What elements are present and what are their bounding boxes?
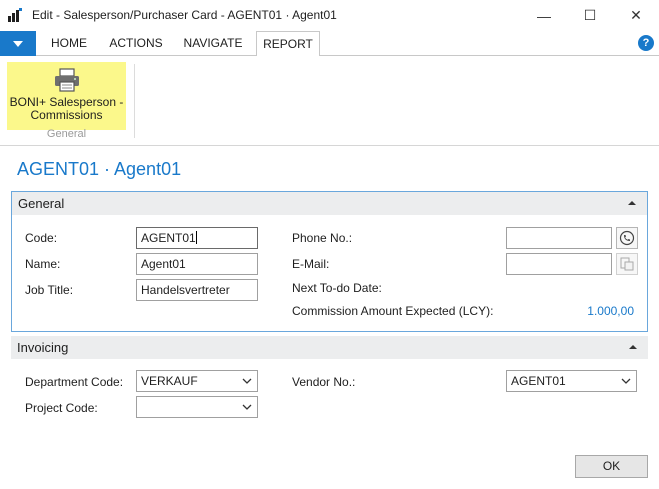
chevron-down-icon <box>621 378 631 384</box>
close-button[interactable]: ✕ <box>613 0 659 31</box>
fasttab-general: General Code: AGENT01 Name: Agent01 Job … <box>11 191 648 332</box>
fasttab-invoicing-title: Invoicing <box>17 340 69 355</box>
minimize-button[interactable]: — <box>521 0 567 31</box>
chevron-up-icon[interactable] <box>628 342 638 352</box>
app-icon <box>8 8 22 22</box>
fasttab-general-header[interactable]: General <box>12 192 647 215</box>
vendor-no-value: AGENT01 <box>511 374 566 388</box>
text-caret <box>195 231 197 244</box>
ribbon-button-label: BONI+ Salesperson - Commissions <box>9 95 124 122</box>
app-menu-button[interactable] <box>0 31 36 56</box>
commission-amount-value[interactable]: 1.000,00 <box>512 304 634 318</box>
phone-input[interactable] <box>506 227 612 249</box>
department-code-label: Department Code: <box>25 375 124 389</box>
fasttab-invoicing: Invoicing Department Code: VERKAUF Proje… <box>11 336 648 426</box>
ribbon-group-label: General <box>46 128 87 140</box>
tab-actions[interactable]: ACTIONS <box>102 31 170 56</box>
vendor-no-select[interactable]: AGENT01 <box>506 370 637 392</box>
window-title: Edit - Salesperson/Purchaser Card - AGEN… <box>32 8 337 22</box>
send-email-button[interactable] <box>616 253 638 275</box>
name-label: Name: <box>25 257 61 271</box>
maximize-button[interactable]: ☐ <box>567 0 613 31</box>
call-button[interactable] <box>616 227 638 249</box>
caret-down-icon <box>13 40 23 47</box>
project-code-select[interactable] <box>136 396 258 418</box>
tab-report[interactable]: REPORT <box>256 31 320 57</box>
help-icon[interactable]: ? <box>638 35 654 51</box>
name-input[interactable]: Agent01 <box>136 253 258 275</box>
email-icon <box>620 257 634 271</box>
page-title: AGENT01 · Agent01 <box>17 159 182 179</box>
ribbon-tabs: HOME ACTIONS NAVIGATE REPORT ? <box>0 31 659 57</box>
phone-label: Phone No.: <box>292 231 353 245</box>
ribbon-group-divider <box>134 64 135 138</box>
project-code-label: Project Code: <box>25 401 98 415</box>
tab-navigate[interactable]: NAVIGATE <box>178 31 248 56</box>
title-bar: Edit - Salesperson/Purchaser Card - AGEN… <box>0 0 659 31</box>
printer-icon <box>55 68 79 92</box>
close-icon: ✕ <box>630 7 642 23</box>
department-code-select[interactable]: VERKAUF <box>136 370 258 392</box>
email-input[interactable] <box>506 253 612 275</box>
boni-salesperson-commissions-button[interactable]: BONI+ Salesperson - Commissions <box>7 62 126 130</box>
maximize-icon: ☐ <box>583 7 597 23</box>
department-code-value: VERKAUF <box>141 374 198 388</box>
tab-home[interactable]: HOME <box>44 31 94 56</box>
minimize-icon: — <box>537 7 551 24</box>
email-label: E-Mail: <box>292 257 330 271</box>
chevron-up-icon[interactable] <box>627 198 637 208</box>
vendor-no-label: Vendor No.: <box>292 375 356 389</box>
code-label: Code: <box>25 231 58 245</box>
code-value: AGENT01 <box>141 231 196 245</box>
fasttab-general-title: General <box>18 196 65 211</box>
phone-icon <box>619 230 635 246</box>
job-title-label: Job Title: <box>25 283 74 297</box>
fasttab-invoicing-header[interactable]: Invoicing <box>11 336 648 359</box>
job-title-input[interactable]: Handelsvertreter <box>136 279 258 301</box>
code-input[interactable]: AGENT01 <box>136 227 258 249</box>
commission-amount-label: Commission Amount Expected (LCY): <box>292 304 494 318</box>
ok-button[interactable]: OK <box>575 455 648 478</box>
ribbon-panel: BONI+ Salesperson - Commissions General <box>0 56 659 146</box>
chevron-down-icon <box>242 404 252 410</box>
next-todo-date-label: Next To-do Date: <box>292 281 382 295</box>
chevron-down-icon <box>242 378 252 384</box>
